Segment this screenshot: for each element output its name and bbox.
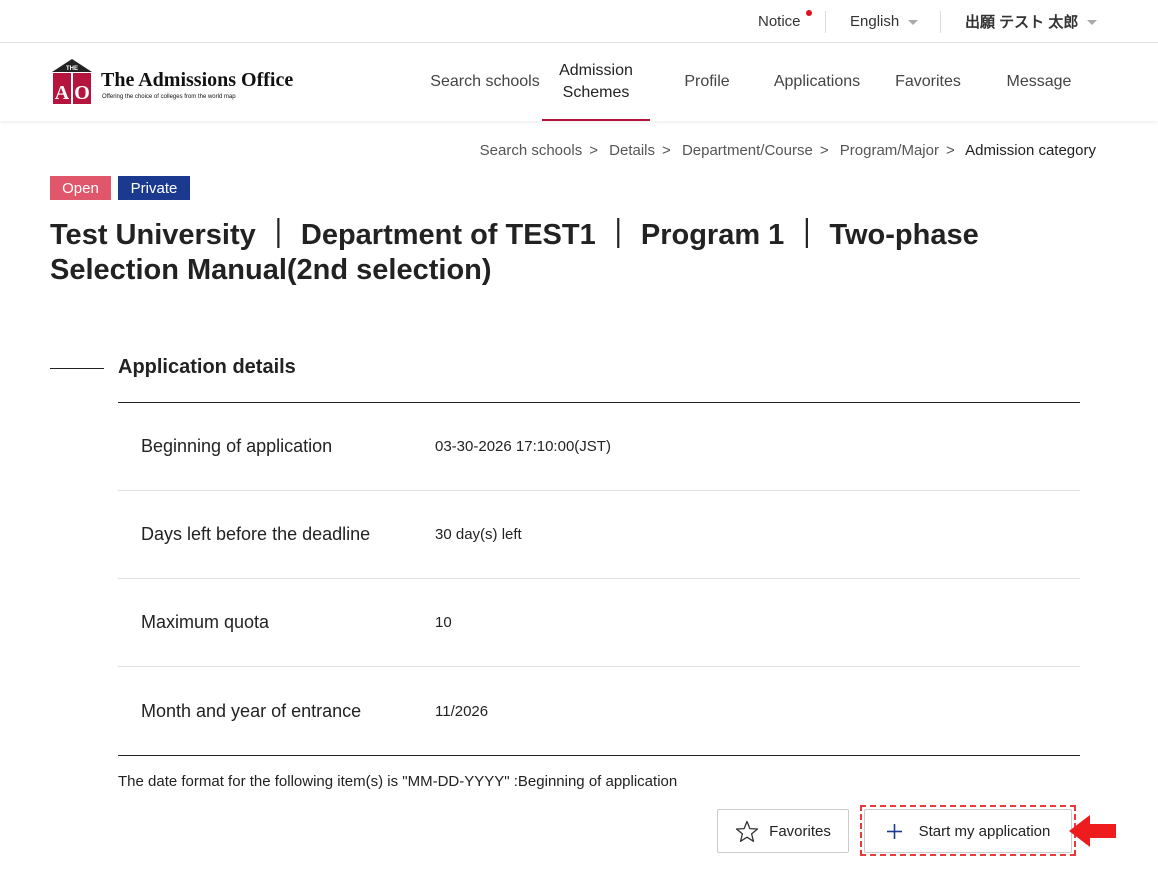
- row-value: 30 day(s) left: [435, 526, 522, 543]
- breadcrumb-link[interactable]: Department/Course: [682, 142, 813, 159]
- breadcrumb-link[interactable]: Details: [609, 142, 655, 159]
- chevron-down-icon: [1087, 20, 1098, 25]
- user-menu[interactable]: 出願 テスト 太郎: [965, 0, 1098, 43]
- logo-subtitle: Offering the choice of colleges from the…: [102, 94, 236, 100]
- application-details-table: Beginning of application 03-30-2026 17:1…: [118, 402, 1080, 756]
- row-label: Days left before the deadline: [141, 524, 371, 544]
- nav-label-line1: Admission: [559, 62, 633, 79]
- nav-label: Admission Schemes: [559, 60, 633, 104]
- row-label: Month and year of entrance: [141, 700, 362, 721]
- table-row: Month and year of entrance 11/2026: [118, 667, 1080, 755]
- row-value: 11/2026: [435, 702, 489, 720]
- breadcrumb-separator: >: [945, 142, 955, 159]
- breadcrumb-separator: >: [662, 142, 671, 159]
- breadcrumb: Search schools > Details > Department/Cour…: [480, 142, 1096, 159]
- logo-title: The Admissions Office: [101, 69, 294, 91]
- plus-icon: [886, 823, 903, 840]
- svg-text:THE: THE: [66, 66, 78, 72]
- divider: [825, 11, 826, 33]
- chevron-down-icon: [908, 20, 919, 25]
- start-application-label: Start my application: [918, 822, 1051, 840]
- nav-favorites[interactable]: Favorites: [888, 43, 968, 121]
- star-icon: [735, 820, 759, 843]
- top-utility-bar: Notice English 出願 テスト 太郎: [0, 0, 1158, 43]
- language-label: English: [850, 13, 900, 30]
- page-title: Test University ｜ Department of TEST1 ｜ …: [50, 219, 979, 286]
- start-application-button[interactable]: Start my application: [864, 809, 1072, 853]
- date-format-note: The date format for the following item(s…: [118, 773, 678, 790]
- table-row: Beginning of application 03-30-2026 17:1…: [118, 403, 1080, 491]
- favorites-button[interactable]: Favorites: [717, 809, 849, 853]
- language-selector[interactable]: English: [850, 0, 919, 43]
- divider: [940, 11, 941, 33]
- nav-admission-schemes[interactable]: Admission Schemes: [542, 43, 650, 121]
- breadcrumb-separator: >: [819, 142, 829, 159]
- nav-label: Message: [1006, 73, 1072, 90]
- svg-text:A: A: [55, 82, 70, 104]
- breadcrumb-current: Admission category: [965, 142, 1096, 159]
- logo-mark-icon: THE A O: [52, 59, 92, 104]
- nav-profile[interactable]: Profile: [668, 43, 746, 121]
- notification-dot-icon: [806, 10, 812, 16]
- table-row: Maximum quota 10: [118, 579, 1080, 667]
- site-logo[interactable]: THE A O The Admissions Office Offering t…: [52, 59, 312, 105]
- nav-applications[interactable]: Applications: [766, 43, 868, 121]
- nav-label: Profile: [684, 73, 730, 90]
- nav-label: Search schools: [430, 73, 540, 90]
- table-row: Days left before the deadline 30 day(s) …: [118, 491, 1080, 579]
- svg-text:O: O: [74, 82, 90, 104]
- nav-label: Favorites: [895, 73, 961, 90]
- nav-label: Applications: [773, 73, 861, 90]
- row-label: Beginning of application: [141, 436, 333, 456]
- breadcrumb-link[interactable]: Search schools: [480, 142, 583, 159]
- section-divider-line: [50, 368, 104, 369]
- breadcrumb-separator: >: [589, 142, 598, 159]
- nav-search-schools[interactable]: Search schools: [428, 43, 542, 121]
- section-title: Application details: [118, 356, 296, 378]
- type-badge-private: Private: [118, 176, 190, 200]
- status-badge-open: Open: [50, 176, 111, 200]
- row-label: Maximum quota: [141, 612, 270, 632]
- row-value: 10: [435, 614, 452, 631]
- notice-label: Notice: [758, 13, 801, 30]
- nav-message[interactable]: Message: [1000, 43, 1078, 121]
- main-header: THE A O The Admissions Office Offering t…: [0, 43, 1158, 121]
- breadcrumb-link[interactable]: Program/Major: [840, 142, 939, 159]
- nav-label-line2: Schemes: [562, 84, 630, 101]
- favorites-button-label: Favorites: [769, 822, 831, 840]
- pointer-arrow-icon: [1069, 815, 1116, 847]
- user-name: 出願 テスト 太郎: [965, 14, 1079, 31]
- row-value: 03-30-2026 17:10:00(JST): [435, 438, 611, 455]
- notice-link[interactable]: Notice: [758, 0, 801, 43]
